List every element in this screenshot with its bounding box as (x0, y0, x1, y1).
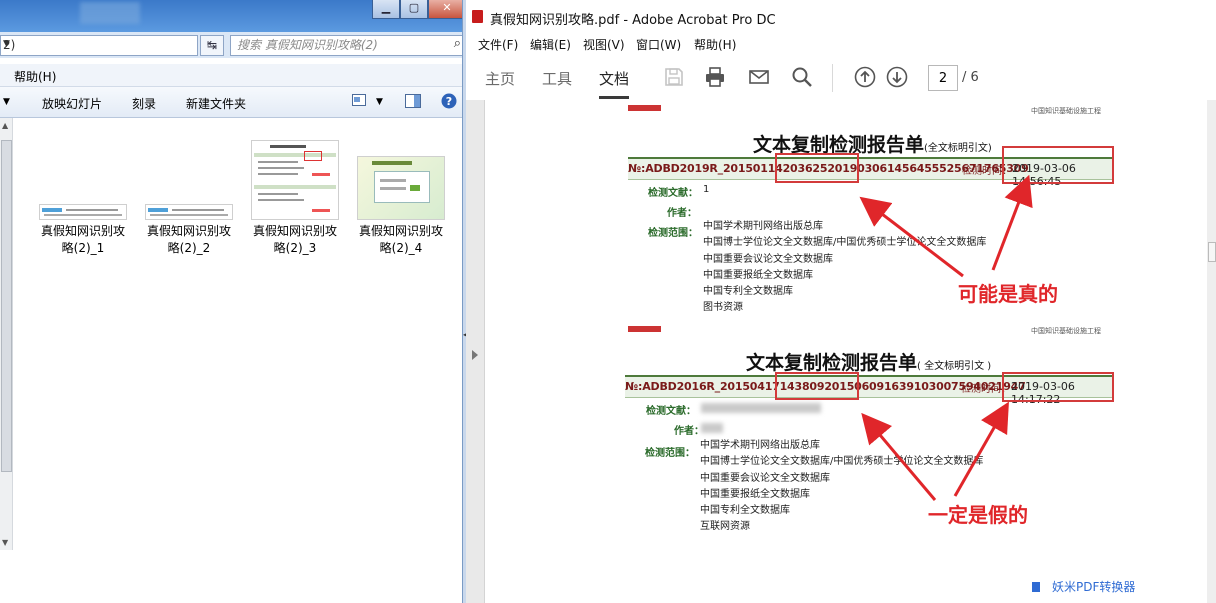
refresh-button[interactable]: ↹ (200, 35, 224, 56)
acrobat-menu-bar: 文件(F) 编辑(E) 视图(V) 窗口(W) 帮助(H) (466, 32, 1216, 54)
navigation-pane-toggle[interactable] (466, 100, 485, 603)
arrow-to-time (953, 401, 1009, 497)
document-scrollbar[interactable] (1207, 100, 1216, 603)
scroll-up-icon[interactable]: ▲ (2, 121, 8, 130)
converter-logo-icon (1032, 582, 1040, 592)
pdf-file-icon (472, 10, 483, 23)
search-icon[interactable]: ⌕ (454, 36, 461, 51)
file-name: 真假知网识别攻 略(2)_3 (252, 224, 337, 255)
burn-button[interactable]: 刻录 (132, 95, 156, 112)
document-view[interactable]: 中国知识基础设施工程 文本复制检测报告单(全文标明引文) №:ADBD2019R… (485, 100, 1216, 603)
next-page-icon[interactable] (886, 66, 908, 88)
menu-view[interactable]: 视图(V) (583, 36, 625, 53)
menu-edit[interactable]: 编辑(E) (530, 36, 571, 53)
tab-document[interactable]: 文档 (599, 68, 630, 99)
acrobat-title-bar: 真假知网识别攻略.pdf - Adobe Acrobat Pro DC (466, 0, 1216, 33)
chevron-down-icon[interactable]: ▼ (3, 97, 10, 107)
print-icon[interactable] (704, 66, 726, 88)
file-item[interactable]: 真假知网识别攻 略(2)_1 (33, 142, 133, 257)
file-name: 真假知网识别攻 略(2)_2 (146, 224, 231, 255)
previous-page-icon[interactable] (854, 66, 876, 88)
file-thumbnail (357, 142, 445, 220)
file-thumbnail (39, 142, 127, 220)
file-thumbnail (251, 140, 339, 220)
explorer-file-area: 真假知网识别攻 略(2)_1 真假知网识别攻 略(2)_2 真假知网识别攻 略(… (0, 118, 462, 603)
search-icon[interactable] (791, 66, 813, 88)
explorer-scrollbar[interactable]: ▲ ▼ (0, 118, 13, 550)
explorer-title-bar: ▁ ▢ ✕ (0, 0, 466, 32)
arrow-to-id (861, 412, 937, 501)
menu-file[interactable]: 文件(F) (478, 36, 518, 53)
annotation-arrows (859, 174, 1033, 501)
save-icon[interactable] (663, 66, 685, 88)
file-name: 真假知网识别攻 略(2)_1 (40, 224, 125, 255)
search-input[interactable] (231, 36, 443, 53)
view-options-icon[interactable] (352, 94, 366, 109)
menu-help[interactable]: 帮助(H) (694, 36, 736, 53)
file-name: 真假知网识别攻 略(2)_4 (358, 224, 443, 255)
email-icon[interactable] (748, 66, 770, 88)
page-number-input[interactable] (928, 65, 958, 91)
preview-pane-icon[interactable] (405, 94, 421, 111)
explorer-search-box[interactable]: ⌕ (230, 35, 466, 56)
chevron-down-icon[interactable]: ▼ (3, 39, 194, 49)
maximize-icon[interactable]: ▢ (400, 0, 428, 19)
acrobat-toolbar: 主页 工具 文档 / 6 (466, 54, 1216, 101)
arrow-to-id (859, 196, 964, 278)
explorer-menu-bar: 帮助(H) (0, 64, 466, 87)
window-title: 真假知网识别攻略.pdf - Adobe Acrobat Pro DC (490, 13, 776, 28)
scrollbar-thumb[interactable] (1, 140, 12, 472)
scrollbar-grip[interactable] (1208, 242, 1216, 262)
file-item[interactable]: 真假知网识别攻 略(2)_2 (139, 142, 239, 257)
slideshow-button[interactable]: 放映幻灯片 (42, 95, 102, 112)
address-field[interactable]: 2) ▼ (0, 35, 198, 56)
new-folder-button[interactable]: 新建文件夹 (186, 95, 246, 112)
tab-tools[interactable]: 工具 (542, 68, 572, 89)
file-thumbnail (145, 142, 233, 220)
explorer-address-bar: 2) ▼ ↹ ⌕ (0, 32, 466, 58)
svg-text:?: ? (446, 95, 452, 108)
tab-home[interactable]: 主页 (485, 68, 515, 89)
explorer-toolbar: ▼ 放映幻灯片 刻录 新建文件夹 ▼ ? (0, 87, 466, 118)
file-item[interactable]: 真假知网识别攻 略(2)_3 (245, 140, 345, 257)
file-item[interactable]: 真假知网识别攻 略(2)_4 (351, 142, 451, 257)
menu-window[interactable]: 窗口(W) (636, 36, 681, 53)
chevron-down-icon[interactable]: ▼ (376, 97, 383, 107)
scroll-down-icon[interactable]: ▼ (2, 538, 8, 547)
page-total: / 6 (962, 70, 979, 85)
explorer-window-controls: ▁ ▢ ✕ (372, 0, 466, 19)
menu-help[interactable]: 帮助(H) (14, 68, 56, 85)
toolbar-separator (832, 64, 833, 92)
help-icon[interactable]: ? (441, 93, 457, 112)
minimize-icon[interactable]: ▁ (372, 0, 400, 19)
arrow-to-time (991, 174, 1033, 271)
expand-arrow-icon[interactable] (472, 350, 478, 360)
close-icon[interactable]: ✕ (428, 0, 466, 19)
converter-watermark: 妖米PDF转换器 (1032, 578, 1135, 595)
